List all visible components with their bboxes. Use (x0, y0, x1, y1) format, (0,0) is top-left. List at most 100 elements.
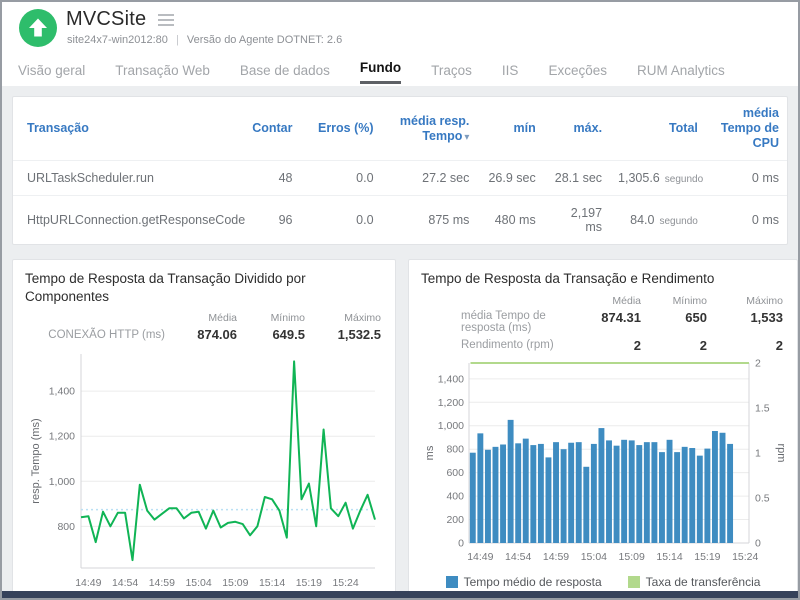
min-value: 26.9 sec (477, 160, 544, 196)
svg-text:15:04: 15:04 (581, 551, 607, 563)
stat-media: 2 (633, 337, 641, 353)
page-title: MVCSite (66, 8, 147, 30)
stat-media: 874.31 (601, 309, 641, 325)
chart-title: Tempo de Resposta da Transação Dividido … (25, 271, 306, 304)
col-max[interactable]: máx. (544, 97, 610, 161)
throughput-bar-chart: 0 200 400 600 800 1,000 1,200 1,400 0 0.5 1 1.5 2 14:… (424, 357, 787, 563)
svg-text:15:09: 15:09 (619, 551, 645, 563)
table-header-row: Transação Contar Erros (%) média resp. T… (13, 97, 787, 161)
svg-text:800: 800 (57, 521, 75, 533)
chart-stats: Média Mínimo Máximo CONEXÃO HTTP (ms) 87… (25, 309, 383, 344)
stat-maximo: 1,532.5 (337, 327, 381, 343)
svg-text:15:14: 15:14 (259, 577, 285, 589)
tab-rum-analytics[interactable]: RUM Analytics (637, 63, 725, 84)
svg-text:0: 0 (458, 537, 464, 549)
stat-maximo: 2 (775, 337, 783, 353)
hamburger-menu-icon[interactable] (158, 13, 175, 26)
total-value: 1,305.6 segundo (610, 160, 706, 196)
monitor-status-up-icon (19, 9, 57, 47)
svg-text:2: 2 (755, 357, 761, 369)
col-min[interactable]: mín (477, 97, 543, 161)
svg-text:14:49: 14:49 (75, 577, 101, 589)
stat-header-media: Média (208, 312, 237, 325)
svg-text:800: 800 (446, 443, 464, 455)
svg-text:14:59: 14:59 (543, 551, 569, 563)
svg-text:600: 600 (446, 467, 464, 479)
total-unit: segundo (664, 174, 704, 185)
transaction-name: HttpURLConnection.getResponseCode (13, 195, 245, 244)
response-time-line-chart: 800 1,000 1,200 1,400 14:49 14:54 14:59 15:04 15… (30, 354, 376, 589)
line-series-swatch (627, 575, 640, 588)
svg-text:15:24: 15:24 (332, 577, 358, 589)
cpu-value: 0 ms (705, 160, 787, 196)
cpu-value: 0 ms (705, 195, 787, 244)
svg-text:rpm: rpm (775, 443, 785, 462)
tab-fundo[interactable]: Fundo (359, 60, 402, 84)
col-media-resp-tempo[interactable]: média resp. Tempo ▾ (382, 97, 478, 161)
legend-item-response-time[interactable]: Tempo médio de resposta (445, 575, 602, 589)
app-window: MVCSite site24x7-win2012:80 | Versão do … (0, 0, 800, 600)
total-unit: segundo (659, 216, 698, 227)
stat-header-maximo: Máximo (746, 294, 783, 307)
svg-text:1,400: 1,400 (438, 373, 464, 385)
tab-iis[interactable]: IIS (502, 63, 519, 84)
series-label-resposta[interactable]: média Tempo de resposta (ms) (421, 308, 563, 336)
svg-text:1,400: 1,400 (49, 386, 75, 398)
col-erros[interactable]: Erros (%) (300, 97, 381, 161)
max-value: 2,197 ms (543, 195, 611, 244)
stat-header-maximo: Máximo (344, 312, 381, 325)
bottom-status-bar (2, 591, 798, 598)
svg-text:14:49: 14:49 (467, 551, 493, 563)
series-label-conexao-http[interactable]: CONEXÃO HTTP (ms) (25, 327, 167, 343)
svg-text:0: 0 (755, 537, 761, 549)
svg-text:0.5: 0.5 (755, 492, 770, 504)
svg-text:14:54: 14:54 (112, 577, 138, 589)
sort-desc-icon: ▾ (464, 131, 470, 143)
table-row[interactable]: HttpURLConnection.getResponseCode 96 0.0… (13, 195, 787, 244)
legend-item-throughput[interactable]: Taxa de transferência (627, 575, 760, 589)
min-value: 480 ms (477, 195, 544, 244)
svg-text:15:14: 15:14 (656, 551, 682, 563)
tab-visao-geral[interactable]: Visão geral (18, 63, 85, 84)
transactions-table-card: Transação Contar Erros (%) média resp. T… (12, 96, 788, 245)
svg-text:15:09: 15:09 (222, 577, 248, 589)
stat-media: 874.06 (197, 327, 237, 343)
stat-minimo: 650 (685, 309, 707, 325)
svg-text:1,200: 1,200 (438, 396, 464, 408)
col-transacao[interactable]: Transação (13, 97, 234, 161)
tab-excecoes[interactable]: Exceções (548, 63, 607, 84)
svg-text:1.5: 1.5 (755, 402, 770, 414)
svg-text:14:59: 14:59 (149, 577, 175, 589)
monitor-subtitle: site24x7-win2012:80 | Versão do Agente D… (67, 34, 342, 46)
series-label-rendimento[interactable]: Rendimento (rpm) (421, 337, 563, 353)
svg-text:1: 1 (755, 447, 761, 459)
table-row[interactable]: URLTaskScheduler.run 48 0.0 27.2 sec 26.… (13, 160, 787, 196)
svg-text:400: 400 (446, 490, 464, 502)
host-label: site24x7-win2012:80 (67, 34, 168, 46)
transaction-name: URLTaskScheduler.run (13, 160, 235, 196)
errors-value: 0.0 (300, 195, 382, 244)
tab-bar: Visão geral Transação Web Base de dados … (18, 58, 790, 84)
col-total[interactable]: Total (610, 97, 706, 161)
charts-row: Tempo de Resposta da Transação Dividido … (12, 259, 798, 591)
stat-minimo: 2 (699, 337, 707, 353)
svg-text:15:24: 15:24 (732, 551, 758, 563)
stat-header-media: Média (612, 294, 641, 307)
svg-text:15:04: 15:04 (185, 577, 211, 589)
avg-resp-value: 875 ms (381, 195, 478, 244)
svg-text:200: 200 (446, 514, 464, 526)
stat-header-minimo: Mínimo (270, 312, 305, 325)
bar-series-swatch (445, 575, 458, 588)
col-media-tempo-cpu[interactable]: média Tempo de CPU (706, 97, 787, 161)
svg-text:14:54: 14:54 (505, 551, 531, 563)
tab-base-de-dados[interactable]: Base de dados (240, 63, 330, 84)
svg-text:ms: ms (424, 445, 436, 460)
col-contar[interactable]: Contar (234, 97, 300, 161)
transactions-table: Transação Contar Erros (%) média resp. T… (13, 97, 787, 244)
svg-text:1,200: 1,200 (49, 431, 75, 443)
svg-text:1,000: 1,000 (49, 476, 75, 488)
svg-text:1,000: 1,000 (438, 420, 464, 432)
tab-tracos[interactable]: Traços (431, 63, 472, 84)
errors-value: 0.0 (300, 160, 382, 196)
tab-transacao-web[interactable]: Transação Web (115, 63, 210, 84)
